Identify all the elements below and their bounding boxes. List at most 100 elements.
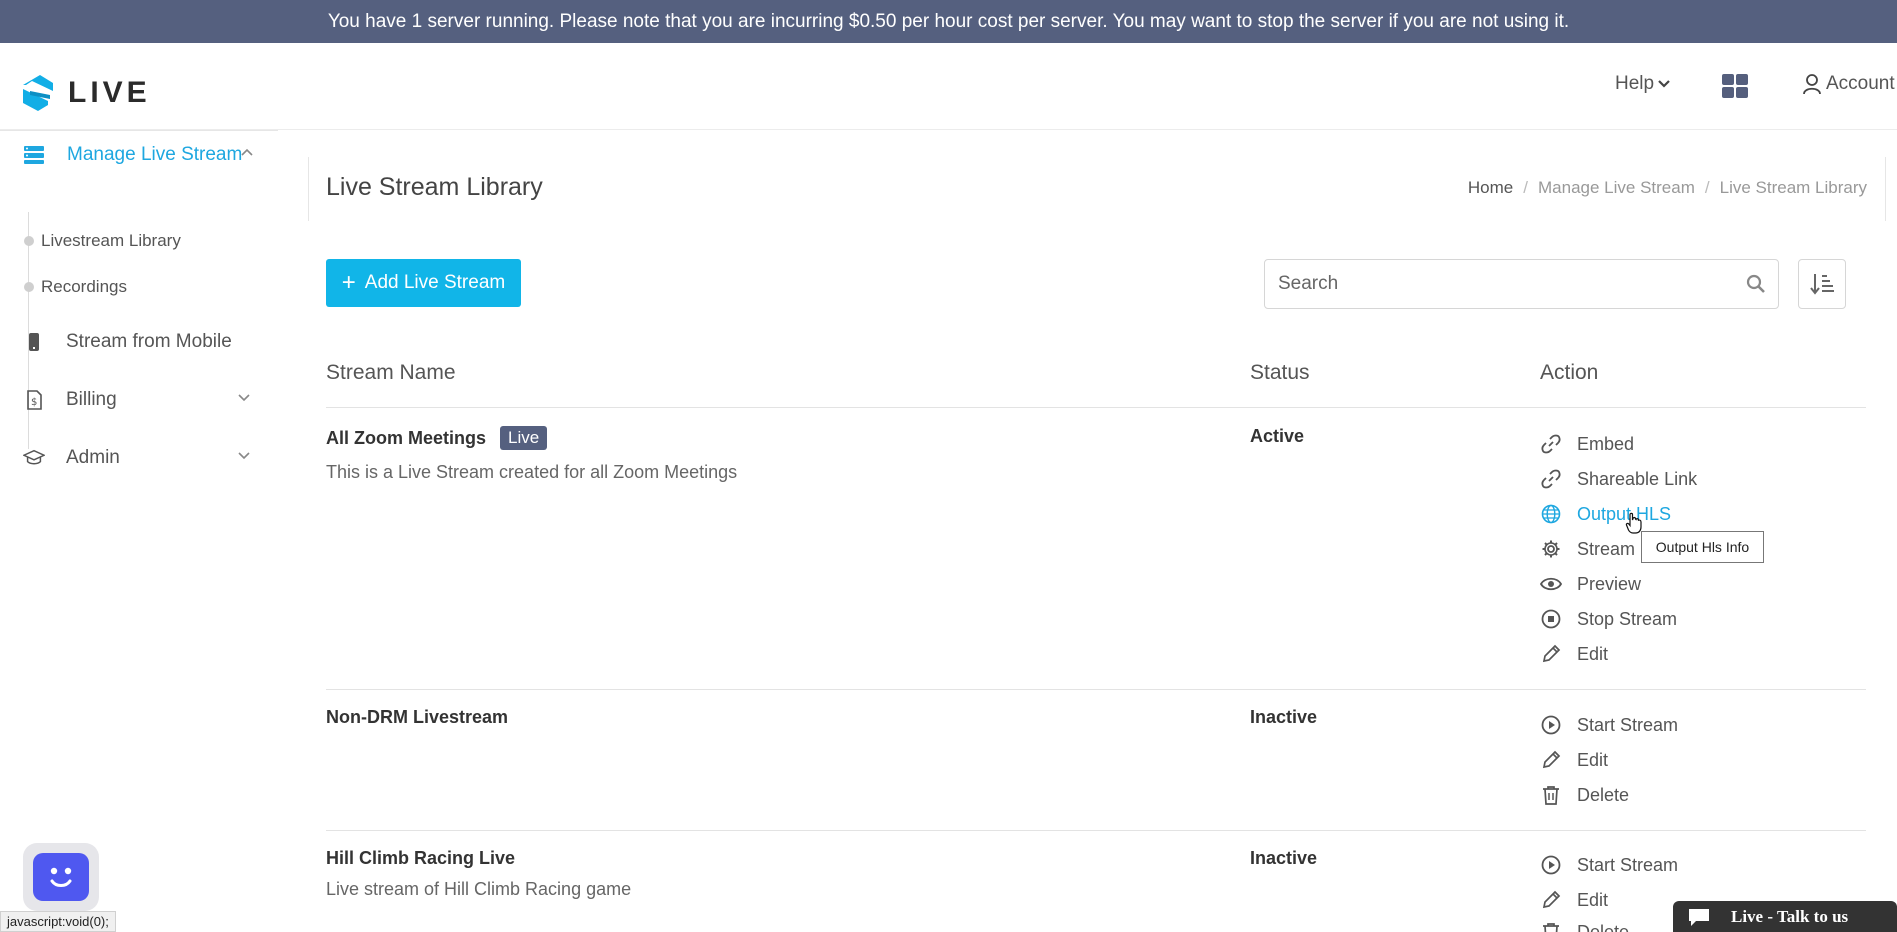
output-hls-tooltip: Output Hls Info <box>1641 531 1764 563</box>
breadcrumb-separator: / <box>1523 178 1528 197</box>
action-label: Stop Stream <box>1577 608 1678 629</box>
action-shareable-link[interactable]: Shareable Link <box>1540 467 1697 491</box>
eye-icon <box>1540 573 1562 595</box>
stream-name: Non-DRM Livestream <box>326 707 508 728</box>
action-stop-stream[interactable]: Stop Stream <box>1540 607 1677 631</box>
top-bar: LIVE Help Account <box>0 43 1897 130</box>
billing-icon: $ <box>23 389 45 411</box>
action-delete[interactable]: Delete <box>1540 783 1629 807</box>
sidebar-item-admin[interactable]: Admin <box>23 447 253 469</box>
live-chat-label: Live - Talk to us <box>1731 906 1849 926</box>
table-divider <box>326 830 1866 831</box>
stream-name-text: Non-DRM Livestream <box>326 707 509 727</box>
stream-name-text: Hill Climb Racing Live <box>326 848 516 868</box>
play-circle-icon <box>1540 854 1562 876</box>
chevron-up-icon <box>241 148 253 156</box>
gear-icon <box>1540 538 1562 560</box>
logo-icon <box>23 75 53 111</box>
sidebar-subitem-label: Recordings <box>41 277 127 296</box>
plus-icon: + <box>341 269 356 296</box>
help-label: Help <box>1615 73 1655 94</box>
sort-icon <box>1810 274 1834 295</box>
sidebar-subitem-livestream-library[interactable]: Livestream Library <box>24 231 181 251</box>
live-badge: Live <box>500 426 548 450</box>
action-output-hls[interactable]: Output HLS <box>1540 502 1671 526</box>
action-label: Stream <box>1577 538 1636 559</box>
column-header-status: Status <box>1250 361 1310 384</box>
action-label: Delete <box>1577 921 1630 932</box>
add-live-stream-button[interactable]: + Add Live Stream <box>326 259 521 307</box>
action-start-stream[interactable]: Start Stream <box>1540 853 1678 877</box>
action-label: Shareable Link <box>1577 468 1698 489</box>
chevron-down-icon <box>238 394 250 402</box>
pencil-icon <box>1540 749 1562 771</box>
stream-name: Hill Climb Racing Live <box>326 848 515 869</box>
pencil-icon <box>1540 643 1562 665</box>
trash-icon <box>1540 784 1562 806</box>
add-live-stream-label: Add Live Stream <box>364 272 506 293</box>
trash-icon <box>1540 921 1562 932</box>
search-icon[interactable] <box>1746 274 1766 294</box>
search-input[interactable] <box>1265 260 1778 308</box>
status-bar-url: javascript:void(0); <box>0 911 116 932</box>
action-label: Edit <box>1577 889 1609 910</box>
chevron-down-icon <box>1658 80 1670 88</box>
stream-description: Live stream of Hill Climb Racing game <box>326 879 632 899</box>
banner-text: You have 1 server running. Please note t… <box>327 10 1570 32</box>
logo[interactable]: LIVE <box>20 73 151 113</box>
breadcrumb-separator: / <box>1704 178 1710 197</box>
action-label: Start Stream <box>1577 714 1679 735</box>
globe-icon <box>1540 503 1562 525</box>
action-stream[interactable]: Stream <box>1540 537 1635 561</box>
stream-status: Active <box>1250 426 1305 446</box>
stream-name-text: All Zoom Meetings <box>326 427 487 448</box>
server-icon <box>24 146 44 164</box>
action-edit[interactable]: Edit <box>1540 748 1608 772</box>
play-circle-icon <box>1540 714 1562 736</box>
sidebar-item-billing[interactable]: $ Billing <box>23 389 253 411</box>
breadcrumb-manage-live-stream[interactable]: Manage Live Stream <box>1538 178 1695 198</box>
stop-icon <box>1540 608 1562 630</box>
action-delete[interactable]: Delete <box>1540 920 1629 932</box>
graduation-cap-icon <box>23 447 45 469</box>
hand-cursor-icon <box>1625 512 1642 534</box>
logo-text: LIVE <box>68 76 151 109</box>
apps-grid-icon[interactable] <box>1722 74 1748 98</box>
stream-status: Inactive <box>1250 707 1318 727</box>
sidebar-item-manage-live-stream[interactable]: Manage Live Stream <box>23 142 253 167</box>
link-icon <box>1540 433 1562 455</box>
action-edit[interactable]: Edit <box>1540 888 1608 912</box>
column-header-stream-name: Stream Name <box>326 361 456 384</box>
sidebar-subitem-label: Livestream Library <box>41 231 181 250</box>
help-menu[interactable]: Help <box>1615 73 1670 95</box>
action-preview[interactable]: Preview <box>1540 572 1641 596</box>
action-edit[interactable]: Edit <box>1540 642 1608 666</box>
pencil-icon <box>1540 889 1562 911</box>
breadcrumb-home[interactable]: Home <box>1468 178 1513 198</box>
sidebar-subitem-recordings[interactable]: Recordings <box>24 277 127 297</box>
chatbot-face-icon <box>33 853 89 901</box>
action-embed[interactable]: Embed <box>1540 432 1634 456</box>
sort-button[interactable] <box>1798 259 1846 309</box>
table-divider <box>326 407 1866 408</box>
sidebar-item-label: Manage Live Stream <box>67 144 243 165</box>
sidebar-item-label: Billing <box>66 389 117 410</box>
sidebar-item-stream-from-mobile[interactable]: Stream from Mobile <box>23 331 253 353</box>
link-icon <box>1540 468 1562 490</box>
user-icon <box>1803 74 1821 95</box>
chevron-down-icon <box>238 452 250 460</box>
live-chat-button[interactable]: Live - Talk to us <box>1673 901 1897 932</box>
svg-text:$: $ <box>31 397 37 408</box>
action-start-stream[interactable]: Start Stream <box>1540 713 1678 737</box>
action-label: Edit <box>1577 749 1609 770</box>
account-menu[interactable]: Account <box>1802 73 1895 95</box>
page-header: Live Stream Library Home / Manage Live S… <box>308 157 1886 221</box>
stream-description: This is a Live Stream created for all Zo… <box>326 462 738 482</box>
column-header-action: Action <box>1540 361 1599 384</box>
chatbot-widget[interactable] <box>23 843 99 911</box>
server-warning-banner: You have 1 server running. Please note t… <box>0 0 1897 43</box>
page-title: Live Stream Library <box>326 173 543 201</box>
breadcrumb-current: Live Stream Library <box>1719 178 1867 197</box>
action-label: Embed <box>1577 433 1635 454</box>
action-label: Edit <box>1577 643 1609 664</box>
